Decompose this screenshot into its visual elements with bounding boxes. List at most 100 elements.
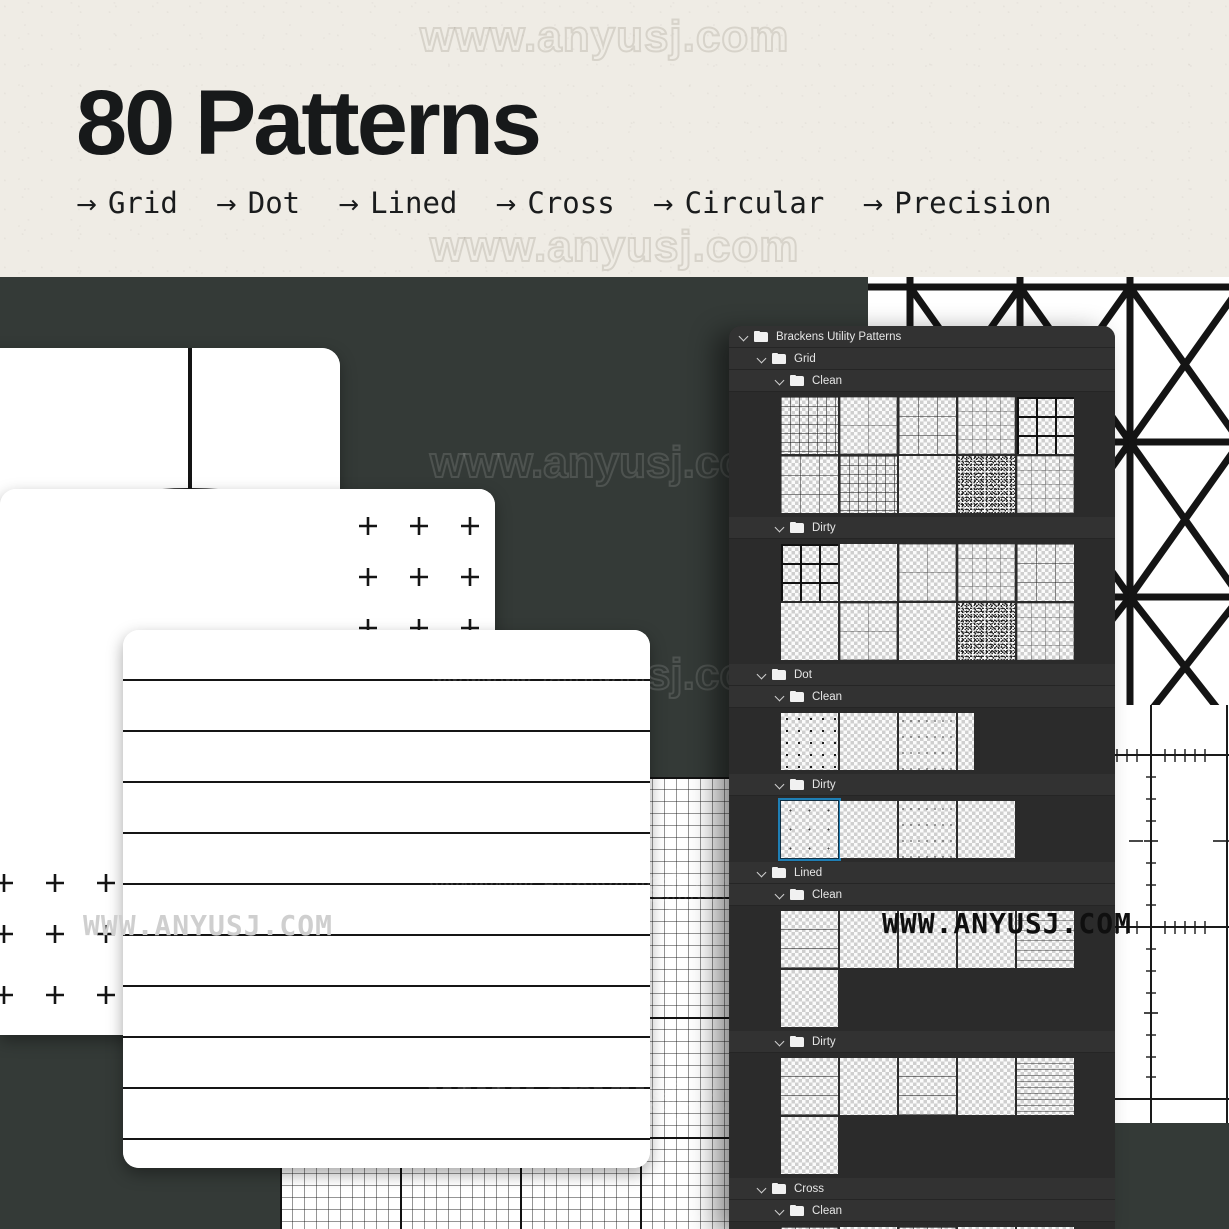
pattern-thumbnail[interactable] [899,801,956,858]
tree-item-subgroup-grid-dirty[interactable]: Dirty [729,517,1115,539]
pattern-thumbnail[interactable] [781,911,838,968]
chevron-down-icon[interactable] [757,1183,768,1194]
nav-item-grid[interactable]: → Grid [76,186,178,220]
pattern-thumbnail[interactable] [899,456,956,513]
pattern-thumbnail[interactable] [899,1058,956,1115]
tree-item-label: Dot [794,668,812,681]
pattern-preview [840,1058,897,1115]
arrow-icon: → [495,190,517,219]
folder-icon [772,352,787,365]
pattern-thumbnail[interactable] [899,911,956,968]
tree-item-subgroup-grid-clean[interactable]: Clean [729,370,1115,392]
chevron-down-icon[interactable] [757,353,768,364]
watermark-header-2: www.anyusj.com [429,221,800,272]
nav-item-circular[interactable]: → Circular [653,186,825,220]
pattern-thumbnail[interactable] [1017,603,1074,660]
pattern-preview [1017,397,1074,454]
chevron-down-icon[interactable] [775,691,786,702]
pattern-thumbnail[interactable] [899,397,956,454]
pattern-thumbnail[interactable] [781,603,838,660]
pattern-preview [840,713,897,770]
chevron-down-icon[interactable] [775,1036,786,1047]
pattern-thumbnail[interactable] [840,603,897,660]
patterns-panel[interactable]: Brackens Utility Patterns Grid Clean Dirty D… [729,326,1115,1229]
nav-item-label: Cross [527,186,615,220]
nav-item-cross[interactable]: → Cross [495,186,614,220]
pattern-thumbnail[interactable] [840,456,897,513]
thumbnail-grid [729,906,1115,1031]
pattern-thumbnail[interactable] [1017,1058,1074,1115]
chevron-down-icon[interactable] [775,889,786,900]
nav-item-dot[interactable]: → Dot [216,186,300,220]
chevron-down-icon[interactable] [775,779,786,790]
tree-item-group-grid[interactable]: Grid [729,348,1115,370]
pattern-thumbnail[interactable] [1017,397,1074,454]
nav-item-lined[interactable]: → Lined [338,186,457,220]
patterns-tree[interactable]: Brackens Utility Patterns Grid Clean Dirty D… [729,326,1115,1229]
pattern-thumbnail[interactable] [781,1058,838,1115]
pattern-thumbnail[interactable] [958,544,1015,601]
pattern-thumbnail[interactable] [781,456,838,513]
chevron-down-icon[interactable] [775,522,786,533]
tree-item-root[interactable]: Brackens Utility Patterns [729,326,1115,348]
tree-item-group-lined[interactable]: Lined [729,862,1115,884]
tree-item-group-dot[interactable]: Dot [729,664,1115,686]
arrow-icon: → [76,190,97,219]
chevron-down-icon[interactable] [775,1205,786,1216]
pattern-thumbnail[interactable] [840,397,897,454]
arrow-icon: → [652,190,674,219]
arrow-icon: → [862,190,884,219]
pattern-thumbnail-selected[interactable] [778,798,841,861]
thumbnail-grid [729,539,1115,664]
chevron-down-icon[interactable] [757,867,768,878]
nav-item-precision[interactable]: → Precision [862,186,1051,220]
pattern-thumbnail[interactable] [958,1058,1015,1115]
chevron-down-icon[interactable] [739,331,750,342]
pattern-thumbnail[interactable] [781,544,838,601]
pattern-thumbnail[interactable] [1017,911,1074,968]
pattern-preview [958,911,1015,968]
tree-item-group-cross[interactable]: Cross [729,1178,1115,1200]
chevron-down-icon[interactable] [757,669,768,680]
header-banner: www.anyusj.com www.anyusj.com 80 Pattern… [0,0,1229,277]
pattern-thumbnail[interactable] [958,456,1015,513]
pattern-thumbnail[interactable] [958,603,1015,660]
pattern-thumbnail[interactable] [958,397,1015,454]
pattern-thumbnail[interactable] [840,544,897,601]
tree-item-label: Dirty [812,1035,836,1048]
pattern-preview [1017,456,1074,513]
folder-icon [790,778,805,791]
tree-item-label: Clean [812,690,843,703]
folder-icon [790,521,805,534]
pattern-preview [899,456,956,513]
pattern-thumbnail[interactable] [781,1117,838,1174]
pattern-thumbnail[interactable] [840,801,897,858]
pattern-thumbnail[interactable] [840,713,897,770]
pattern-thumbnail[interactable] [781,970,838,1027]
pattern-thumbnail[interactable] [840,911,897,968]
pattern-preview [840,801,897,858]
pattern-thumbnail[interactable] [781,397,838,454]
pattern-preview [899,713,956,770]
pattern-thumbnail[interactable] [1017,456,1074,513]
thumbnail-grid [729,1222,1115,1229]
pattern-thumbnail[interactable] [958,801,1015,858]
tree-item-subgroup-lined-clean[interactable]: Clean [729,884,1115,906]
pattern-thumbnail[interactable] [899,544,956,601]
tree-item-subgroup-cross-clean[interactable]: Clean [729,1200,1115,1222]
pattern-thumbnail[interactable] [958,713,974,770]
pattern-card-lined [123,630,650,1168]
tree-item-subgroup-dot-dirty[interactable]: Dirty [729,774,1115,796]
pattern-thumbnail[interactable] [899,713,956,770]
pattern-preview [958,713,974,770]
pattern-thumbnail[interactable] [899,603,956,660]
chevron-down-icon[interactable] [775,375,786,386]
pattern-thumbnail[interactable] [958,911,1015,968]
pattern-preview [899,801,956,858]
tree-item-subgroup-lined-dirty[interactable]: Dirty [729,1031,1115,1053]
folder-icon [772,1182,787,1195]
pattern-thumbnail[interactable] [781,713,838,770]
pattern-thumbnail[interactable] [1017,544,1074,601]
pattern-thumbnail[interactable] [840,1058,897,1115]
tree-item-subgroup-dot-clean[interactable]: Clean [729,686,1115,708]
